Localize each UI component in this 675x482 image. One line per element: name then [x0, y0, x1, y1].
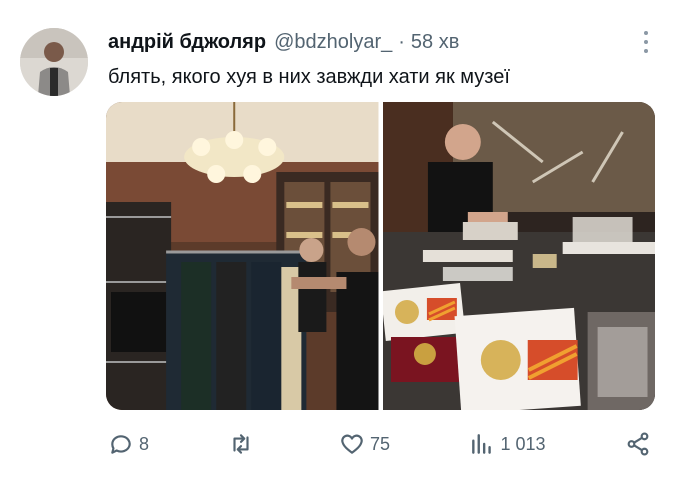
avatar[interactable] [20, 28, 88, 96]
media-photo-1[interactable] [106, 102, 379, 410]
tweet-timestamp[interactable]: 58 хв [411, 31, 459, 54]
share-button[interactable] [625, 431, 651, 457]
media-grid [106, 102, 655, 410]
reply-count: 8 [139, 433, 150, 454]
reply-icon [111, 435, 131, 454]
views-count: 1 013 [500, 433, 546, 454]
retweet-icon [233, 434, 250, 454]
tweet-header: андрій бджоляр @bdzholyar_ · 58 хв [108, 28, 655, 56]
share-icon [627, 432, 649, 456]
like-button[interactable]: 75 [339, 431, 390, 457]
media-photo-2[interactable] [382, 102, 655, 410]
tweet-text: блять, якого хуя в них завжди хати як му… [108, 66, 510, 88]
views-icon [472, 434, 492, 454]
views-button[interactable]: 1 013 [469, 431, 546, 457]
photo-desk-with-medals-image [382, 102, 655, 410]
separator-dot: · [398, 30, 405, 53]
author-handle[interactable]: @bdzholyar_ [274, 31, 392, 54]
more-options-icon[interactable] [643, 31, 649, 53]
like-count: 75 [369, 433, 390, 454]
tweet-actions: 8 75 1 013 [108, 428, 651, 460]
tweet[interactable]: андрій бджоляр @bdzholyar_ · 58 хв блять… [0, 0, 675, 482]
photo-wardrobe-room-image [106, 102, 379, 410]
author-name[interactable]: андрій бджоляр [108, 31, 266, 54]
heart-icon [341, 434, 363, 454]
retweet-button[interactable] [228, 431, 259, 457]
reply-button[interactable]: 8 [108, 431, 149, 457]
